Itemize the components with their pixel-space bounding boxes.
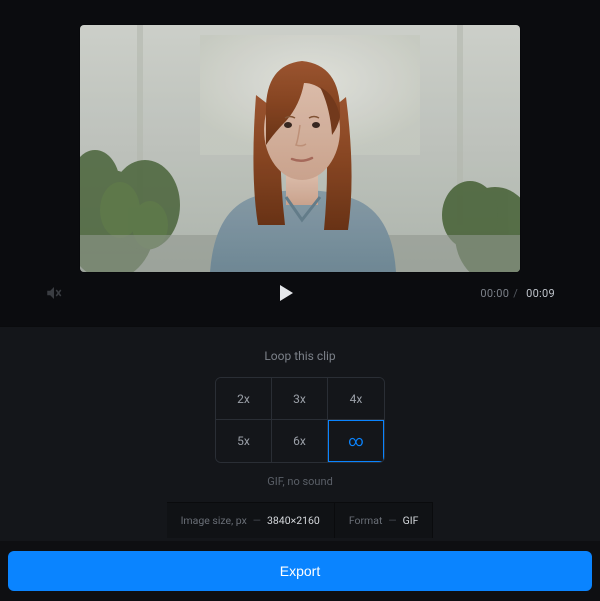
export-button[interactable]: Export: [8, 551, 592, 591]
play-button[interactable]: [280, 285, 293, 301]
loop-option-2x[interactable]: 2x: [216, 378, 272, 420]
format-cell[interactable]: Format — GIF: [335, 503, 434, 538]
preview-area: 00:00/00:09: [0, 0, 600, 326]
export-bar: Export: [0, 541, 600, 601]
image-size-value: 3840×2160: [267, 514, 320, 527]
loop-option-4x[interactable]: 4x: [328, 378, 384, 420]
format-label: Format: [349, 514, 383, 527]
loop-option-infinite[interactable]: ∞: [328, 420, 384, 462]
video-preview[interactable]: [80, 25, 520, 272]
time-display: 00:00/00:09: [480, 287, 555, 300]
loop-option-5x[interactable]: 5x: [216, 420, 272, 462]
image-size-cell[interactable]: Image size, px — 3840×2160: [167, 503, 335, 538]
loop-title: Loop this clip: [264, 349, 335, 363]
total-time: 00:09: [526, 287, 555, 300]
settings-panel: Loop this clip 2x 3x 4x 5x 6x ∞ GIF, no …: [0, 326, 600, 541]
loop-option-6x[interactable]: 6x: [272, 420, 328, 462]
info-bar: Image size, px — 3840×2160 Format — GIF: [167, 502, 434, 538]
mute-icon[interactable]: [45, 284, 63, 302]
loop-grid: 2x 3x 4x 5x 6x ∞: [215, 377, 385, 463]
image-size-label: Image size, px: [181, 514, 247, 527]
infinity-icon: ∞: [348, 432, 363, 450]
loop-option-3x[interactable]: 3x: [272, 378, 328, 420]
app-root: 00:00/00:09 Loop this clip 2x 3x 4x 5x 6…: [0, 0, 600, 601]
gif-note: GIF, no sound: [267, 475, 333, 488]
format-value: GIF: [403, 514, 419, 527]
current-time: 00:00: [480, 287, 509, 300]
player-controls: 00:00/00:09: [45, 272, 555, 316]
video-thumbnail: [80, 25, 520, 272]
